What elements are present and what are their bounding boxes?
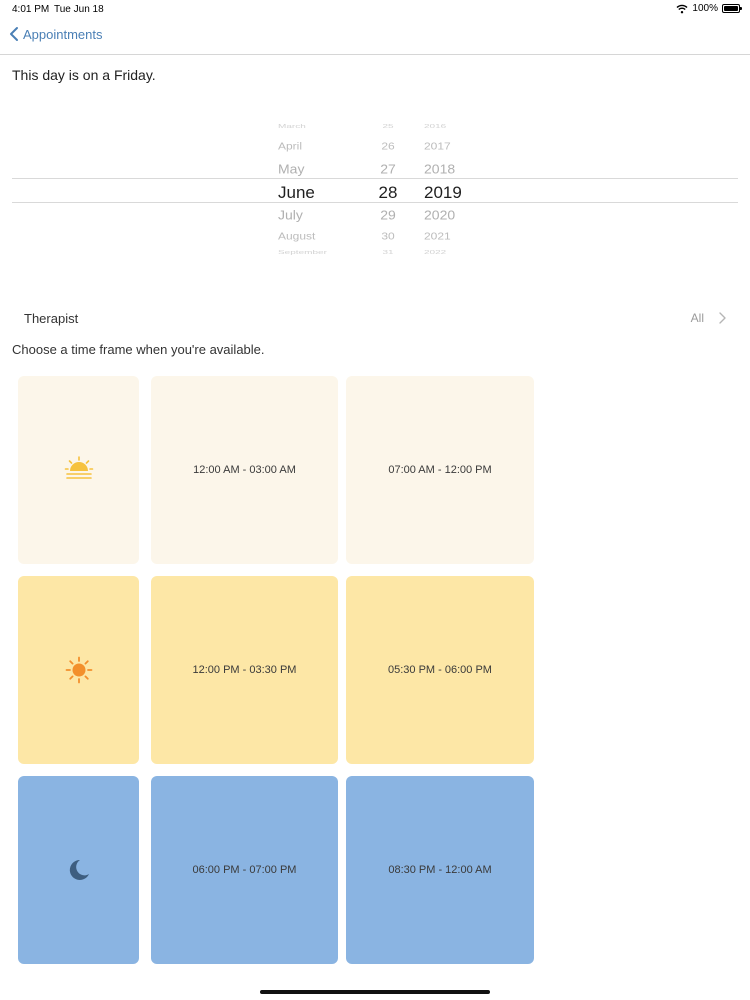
picker-day-option[interactable]: 27: [376, 160, 400, 177]
time-slot-button[interactable]: 05:30 PM - 06:00 PM: [346, 576, 534, 764]
picker-month-option[interactable]: March: [278, 123, 306, 131]
picker-year-option[interactable]: 2022: [424, 249, 446, 257]
picker-selection-top-line: [12, 178, 738, 179]
picker-day-option[interactable]: 30: [376, 229, 400, 243]
day-note: This day is on a Friday.: [12, 67, 156, 83]
battery-percent: 100%: [692, 3, 718, 14]
time-slot-button[interactable]: 12:00 AM - 03:00 AM: [151, 376, 338, 564]
sunrise-icon: [64, 456, 93, 479]
picker-day-option[interactable]: 31: [376, 249, 400, 257]
home-indicator: [260, 990, 490, 994]
status-date: Tue Jun 18: [54, 4, 104, 15]
picker-month-option[interactable]: August: [278, 229, 315, 243]
nav-bar: Appointments: [0, 18, 750, 55]
chevron-left-icon: [10, 27, 18, 41]
sun-icon: [65, 656, 92, 684]
picker-month-option[interactable]: April: [278, 139, 302, 153]
time-slot-button[interactable]: 06:00 PM - 07:00 PM: [151, 776, 338, 964]
picker-day-option[interactable]: 29: [376, 206, 400, 223]
instruction-text: Choose a time frame when you're availabl…: [12, 342, 265, 357]
picker-month-option[interactable]: September: [278, 249, 327, 257]
therapist-value: All: [690, 311, 704, 325]
afternoon-icon-tile: [18, 576, 139, 764]
picker-year-option[interactable]: 2016: [424, 123, 446, 131]
time-slot-label: 06:00 PM - 07:00 PM: [192, 864, 297, 876]
picker-year-option[interactable]: 2020: [424, 206, 455, 223]
evening-icon-tile: [18, 776, 139, 964]
picker-year-option[interactable]: 2018: [424, 160, 455, 177]
picker-year-option[interactable]: 2021: [424, 229, 451, 243]
therapist-label: Therapist: [24, 311, 79, 326]
picker-day-option[interactable]: 26: [376, 139, 400, 153]
time-slot-label: 08:30 PM - 12:00 AM: [388, 864, 492, 876]
picker-year-option[interactable]: 2017: [424, 139, 451, 153]
time-slot-label: 07:00 AM - 12:00 PM: [388, 464, 492, 476]
back-button[interactable]: Appointments: [8, 26, 103, 42]
time-slot-label: 12:00 PM - 03:30 PM: [192, 664, 297, 676]
picker-day-option[interactable]: 25: [376, 123, 400, 131]
morning-icon-tile: [18, 376, 139, 564]
status-right: 100%: [676, 3, 742, 14]
picker-selection-bottom-line: [12, 202, 738, 203]
time-slot-label: 12:00 AM - 03:00 AM: [193, 464, 296, 476]
time-slot-button[interactable]: 07:00 AM - 12:00 PM: [346, 376, 534, 564]
battery-icon: [722, 4, 742, 13]
picker-month-option[interactable]: May: [278, 160, 304, 177]
status-time: 4:01 PM: [12, 4, 50, 15]
time-slot-label: 05:30 PM - 06:00 PM: [388, 664, 492, 676]
therapist-row[interactable]: Therapist All: [0, 306, 750, 332]
picker-month-option[interactable]: July: [278, 206, 303, 223]
picker-year-selected[interactable]: 2019: [424, 182, 462, 203]
moon-icon: [69, 859, 89, 880]
chevron-right-icon: [719, 312, 726, 324]
picker-month-selected[interactable]: June: [278, 182, 315, 203]
wifi-icon: [676, 4, 688, 13]
time-slot-button[interactable]: 12:00 PM - 03:30 PM: [151, 576, 338, 764]
picker-day-selected[interactable]: 28: [376, 182, 400, 203]
date-picker[interactable]: March 25 2016 April 26 2017 May 27 2018 June 28 201…: [0, 110, 750, 270]
back-label: Appointments: [23, 26, 103, 42]
time-slot-button[interactable]: 08:30 PM - 12:00 AM: [346, 776, 534, 964]
status-bar: 4:01 PM Tue Jun 18 100%: [0, 0, 750, 18]
